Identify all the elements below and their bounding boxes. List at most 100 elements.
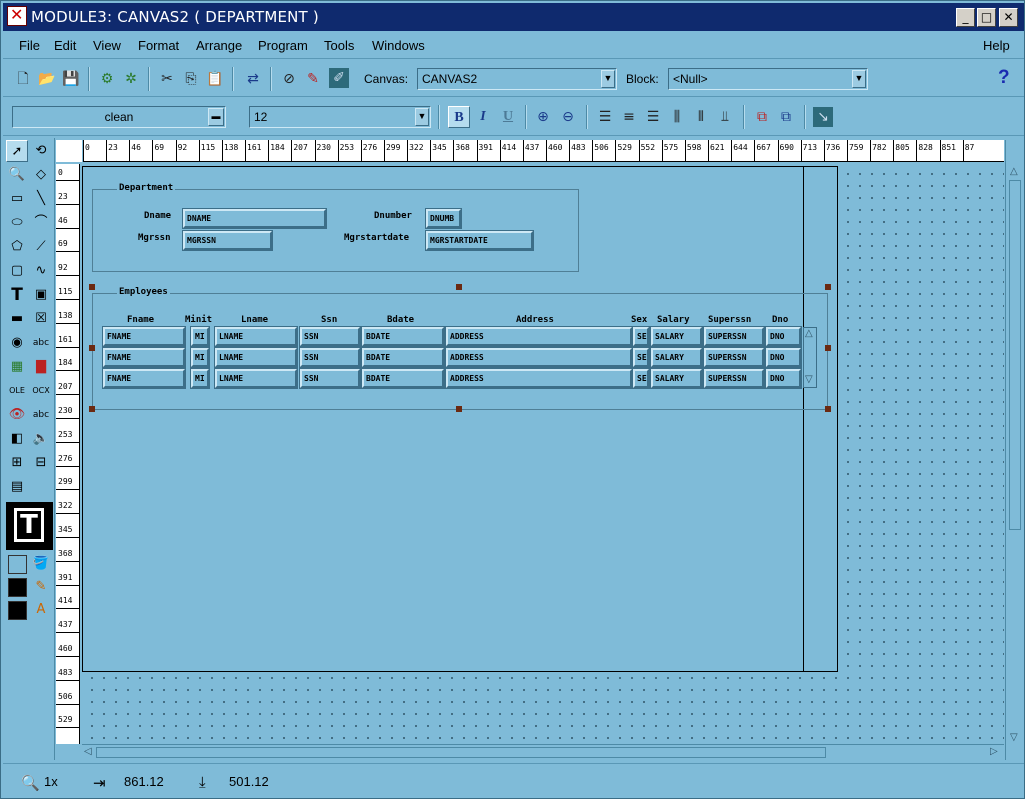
chevron-down-icon[interactable]: ▬ xyxy=(208,108,224,126)
employees-scrollbar[interactable]: △ ▽ xyxy=(803,327,817,388)
menu-view[interactable]: View xyxy=(93,38,121,53)
address-field[interactable]: ADDRESS xyxy=(445,326,633,347)
selection-handle[interactable] xyxy=(89,406,95,412)
dno-field[interactable]: DNO xyxy=(765,347,802,368)
address-field[interactable]: ADDRESS xyxy=(445,368,633,389)
lname-field[interactable]: LNAME xyxy=(214,347,298,368)
open-icon[interactable]: 📂 xyxy=(37,69,57,89)
ole-item-icon[interactable]: OLE xyxy=(6,380,28,402)
align-center-icon[interactable]: ≡ xyxy=(619,107,639,127)
font-select[interactable]: clean ▬ xyxy=(12,106,226,128)
reshape-icon[interactable]: ◇ xyxy=(30,164,52,186)
line-color-swatch[interactable] xyxy=(8,578,27,597)
layout-editor-canvas[interactable]: Department Dname DNAME Dnumber DNUMB Mgr… xyxy=(82,164,1004,744)
bdate-field[interactable]: BDATE xyxy=(361,326,445,347)
superssn-field[interactable]: SUPERSSN xyxy=(703,326,765,347)
dname-field[interactable]: DNAME xyxy=(182,208,327,229)
address-field[interactable]: ADDRESS xyxy=(445,347,633,368)
superssn-field[interactable]: SUPERSSN xyxy=(703,368,765,389)
select-pointer-icon[interactable]: ➚ xyxy=(6,140,28,162)
lname-field[interactable]: LNAME xyxy=(214,326,298,347)
paste-icon[interactable]: 📋 xyxy=(205,69,225,89)
ellipse-icon[interactable]: ⬭ xyxy=(6,212,28,234)
selection-handle[interactable] xyxy=(456,284,462,290)
line-color-icon[interactable]: ✎ xyxy=(30,576,52,598)
button-item-icon[interactable]: ▬ xyxy=(6,308,28,330)
property-palette-icon[interactable]: ⇄ xyxy=(243,69,263,89)
image-item-icon[interactable]: ▦ xyxy=(6,356,28,378)
chart-item-icon[interactable]: ▇ xyxy=(30,356,52,378)
app-logo-icon[interactable] xyxy=(7,5,27,26)
dno-field[interactable]: DNO xyxy=(765,368,802,389)
fname-field[interactable]: FNAME xyxy=(102,347,186,368)
salary-field[interactable]: SALARY xyxy=(650,368,703,389)
text-color-swatch[interactable] xyxy=(8,601,27,620)
italic-button[interactable]: I xyxy=(472,106,494,128)
salary-field[interactable]: SALARY xyxy=(650,347,703,368)
frame-icon[interactable]: ▣ xyxy=(30,284,52,306)
selection-handle[interactable] xyxy=(456,406,462,412)
canvas-select[interactable]: CANVAS2 ▼ xyxy=(417,68,617,90)
minit-field[interactable]: MI xyxy=(190,368,210,389)
selection-handle[interactable] xyxy=(89,345,95,351)
debug-icon[interactable]: ✲ xyxy=(121,69,141,89)
chevron-down-icon[interactable]: ▼ xyxy=(852,70,866,88)
horizontal-scrollbar[interactable]: ◁ ▷ xyxy=(82,744,1004,760)
fname-field[interactable]: FNAME xyxy=(102,326,186,347)
ssn-field[interactable]: SSN xyxy=(299,368,361,389)
magnify-icon[interactable]: 🔍 xyxy=(6,164,28,186)
pen-icon[interactable]: ✐ xyxy=(329,68,349,88)
selection-handle[interactable] xyxy=(825,406,831,412)
ssn-field[interactable]: SSN xyxy=(299,326,361,347)
text-color-icon[interactable]: A xyxy=(30,599,52,621)
superssn-field[interactable]: SUPERSSN xyxy=(703,347,765,368)
mgrssn-field[interactable]: MGRSSN xyxy=(182,230,273,251)
reduce-icon[interactable]: ↘ xyxy=(813,107,833,127)
align-bottom-icon[interactable]: ⫫ xyxy=(715,107,735,127)
sex-field[interactable]: SE xyxy=(632,326,650,347)
checkbox-item-icon[interactable]: ☒ xyxy=(30,308,52,330)
minit-field[interactable]: MI xyxy=(190,347,210,368)
copy-icon[interactable]: ⎘ xyxy=(181,69,201,89)
bold-button[interactable]: B xyxy=(448,106,470,128)
scroll-left-icon[interactable]: ◁ xyxy=(84,746,92,757)
vertical-scrollbar[interactable]: △ ▽ xyxy=(1005,140,1023,760)
maximize-button[interactable]: □ xyxy=(977,8,996,27)
chevron-down-icon[interactable]: ▼ xyxy=(601,70,615,88)
polyline-icon[interactable]: ⟋ xyxy=(30,236,52,258)
salary-field[interactable]: SALARY xyxy=(650,326,703,347)
rotate-icon[interactable]: ⟲ xyxy=(30,140,52,162)
menu-help[interactable]: Help xyxy=(983,38,1010,53)
sound-item-icon[interactable]: 🔈 xyxy=(30,428,52,450)
align-right-icon[interactable]: ☰ xyxy=(643,107,663,127)
minimize-button[interactable]: _ xyxy=(956,8,975,27)
text-icon[interactable]: T xyxy=(6,284,28,306)
sex-field[interactable]: SE xyxy=(632,368,650,389)
mgrstartdate-field[interactable]: MGRSTARTDATE xyxy=(425,230,534,251)
fname-field[interactable]: FNAME xyxy=(102,368,186,389)
toolbar-canvas-icon[interactable]: ▤ xyxy=(6,476,28,498)
line-icon[interactable]: ╲ xyxy=(30,188,52,210)
selection-handle[interactable] xyxy=(89,284,95,290)
close-button[interactable]: ✕ xyxy=(999,8,1018,27)
menu-windows[interactable]: Windows xyxy=(372,38,425,53)
dno-field[interactable]: DNO xyxy=(765,326,802,347)
align-middle-icon[interactable]: ⫴ xyxy=(691,107,711,127)
menu-arrange[interactable]: Arrange xyxy=(196,38,242,53)
rounded-rectangle-icon[interactable]: ▢ xyxy=(6,260,28,282)
run-icon[interactable]: ⚙ xyxy=(97,69,117,89)
align-top-icon[interactable]: ⫼ xyxy=(667,107,687,127)
radio-item-icon[interactable]: ◉ xyxy=(6,332,28,354)
lname-field[interactable]: LNAME xyxy=(214,368,298,389)
selection-handle[interactable] xyxy=(825,345,831,351)
delete-icon[interactable]: ✎ xyxy=(303,69,323,89)
menu-tools[interactable]: Tools xyxy=(324,38,354,53)
polygon-icon[interactable]: ⬠ xyxy=(6,236,28,258)
horizontal-scroll-thumb[interactable] xyxy=(96,747,826,758)
ssn-field[interactable]: SSN xyxy=(299,347,361,368)
rectangle-icon[interactable]: ▭ xyxy=(6,188,28,210)
menu-file[interactable]: File xyxy=(19,38,40,53)
fill-color-swatch[interactable] xyxy=(8,555,27,574)
display-text-icon[interactable]: abc xyxy=(30,404,52,426)
text-item-icon[interactable]: abc xyxy=(30,332,52,354)
